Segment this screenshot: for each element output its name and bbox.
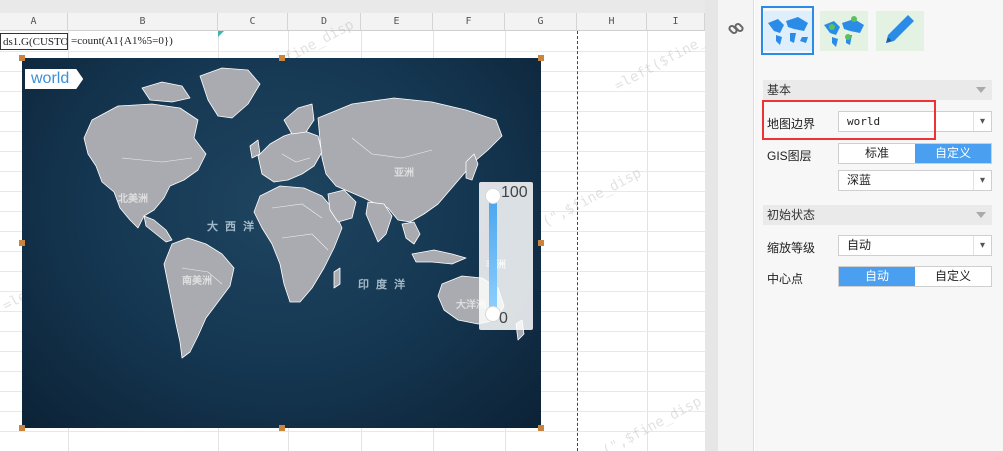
zoom-label: 缩放等级	[767, 241, 816, 255]
point-map-icon	[819, 10, 868, 51]
column-header-d[interactable]: D	[288, 13, 361, 31]
column-header-i[interactable]: I	[647, 13, 705, 31]
resize-handle[interactable]	[538, 425, 544, 431]
sheet-toolbar-band	[0, 0, 705, 13]
column-header-h[interactable]: H	[577, 13, 647, 31]
column-header-e[interactable]: E	[361, 13, 433, 31]
land-arctic-islands	[141, 81, 191, 103]
section-initial-title: 初始状态	[767, 208, 816, 222]
range-legend[interactable]: 100 0	[479, 182, 533, 330]
property-panel: 基本 地图边界 world ▾ GIS图层 标准 自定义 深蓝 ▾ 初始状态 缩…	[755, 0, 1003, 451]
chevron-down-icon: ▾	[973, 112, 991, 131]
pane-divider[interactable]	[705, 0, 718, 451]
column-header-a[interactable]: A	[0, 13, 68, 31]
column-header-f[interactable]: F	[433, 13, 505, 31]
resize-handle[interactable]	[279, 55, 285, 61]
center-option-custom[interactable]: 自定义	[915, 267, 991, 286]
grid-line	[647, 31, 648, 451]
map-boundary-tag: world	[25, 69, 84, 89]
ocean-label-indian: 印 度 洋	[358, 279, 408, 291]
spreadsheet-area[interactable]: A B C D E F G H I ds1.G(CUSTO =count(A1{…	[0, 0, 705, 451]
center-point-toggle[interactable]: 自动 自定义	[838, 266, 992, 287]
land-greenland	[199, 67, 261, 119]
land-north-america	[83, 103, 207, 229]
custom-map-icon	[875, 10, 924, 51]
grid-line	[0, 431, 705, 432]
land-southeast-asia	[401, 221, 421, 245]
grid-line	[0, 51, 705, 52]
land-scandinavia	[283, 103, 315, 135]
collapse-arrow-icon	[976, 87, 986, 93]
land-madagascar	[333, 267, 341, 289]
region-map-icon	[763, 10, 812, 51]
column-header-b[interactable]: B	[68, 13, 218, 31]
section-initial-state[interactable]: 初始状态	[763, 205, 992, 225]
gis-label: GIS图层	[767, 149, 812, 163]
side-icon-strip	[718, 0, 754, 451]
chevron-down-icon: ▾	[973, 171, 991, 190]
land-indonesia	[411, 249, 467, 265]
zoom-select[interactable]: 自动 ▾	[838, 235, 992, 256]
continent-label-asia: 亚洲	[394, 168, 414, 179]
resize-handle[interactable]	[19, 55, 25, 61]
section-basic[interactable]: 基本	[763, 80, 992, 100]
world-map-shapes	[83, 67, 525, 359]
resize-handle[interactable]	[279, 425, 285, 431]
land-europe	[257, 129, 323, 183]
cell-a1[interactable]: ds1.G(CUSTO	[0, 33, 68, 50]
land-south-america	[163, 237, 235, 359]
land-central-america	[143, 215, 173, 243]
resize-handle[interactable]	[538, 55, 544, 61]
cell-b1[interactable]: =count(A1{A1%5=0})	[69, 33, 219, 50]
range-legend-min: 0	[499, 310, 508, 327]
gis-style-value: 深蓝	[847, 173, 872, 187]
section-basic-title: 基本	[767, 83, 792, 97]
column-header-g[interactable]: G	[505, 13, 577, 31]
gis-layer-toggle[interactable]: 标准 自定义	[838, 143, 992, 164]
resize-handle[interactable]	[19, 425, 25, 431]
range-legend-max: 100	[501, 184, 528, 201]
continent-label-north-america: 北美洲	[118, 194, 148, 205]
center-label: 中心点	[767, 272, 804, 286]
range-legend-bar	[489, 196, 497, 314]
ocean-label-atlantic: 大 西 洋	[207, 221, 257, 233]
formula-watermark: (",$fine_disp	[600, 393, 705, 451]
center-option-auto[interactable]: 自动	[839, 267, 915, 286]
map-type-region[interactable]	[761, 6, 814, 55]
gis-option-custom[interactable]: 自定义	[915, 144, 991, 163]
resize-handle[interactable]	[538, 240, 544, 246]
collapse-arrow-icon	[976, 212, 986, 218]
map-type-point[interactable]	[817, 6, 870, 55]
page-break-line	[577, 31, 578, 451]
column-header-c[interactable]: C	[218, 13, 288, 31]
column-header-bar: A B C D E F G H I	[0, 13, 705, 31]
map-type-custom[interactable]	[873, 6, 926, 55]
highlight-annotation-box	[762, 100, 936, 140]
zoom-value: 自动	[847, 238, 872, 252]
link-icon[interactable]	[727, 20, 745, 43]
range-legend-max-handle[interactable]	[485, 188, 501, 204]
cell-comment-marker	[218, 31, 224, 37]
continent-label-south-america: 南美洲	[182, 276, 212, 287]
resize-handle[interactable]	[19, 240, 25, 246]
gis-style-select[interactable]: 深蓝 ▾	[838, 170, 992, 191]
world-map-widget[interactable]: world 大 西 洋 印 度 洋 北美洲 亚洲 南美洲 非洲 大洋洲 100 …	[22, 58, 541, 428]
chevron-down-icon: ▾	[973, 236, 991, 255]
gis-option-standard[interactable]: 标准	[839, 144, 915, 163]
